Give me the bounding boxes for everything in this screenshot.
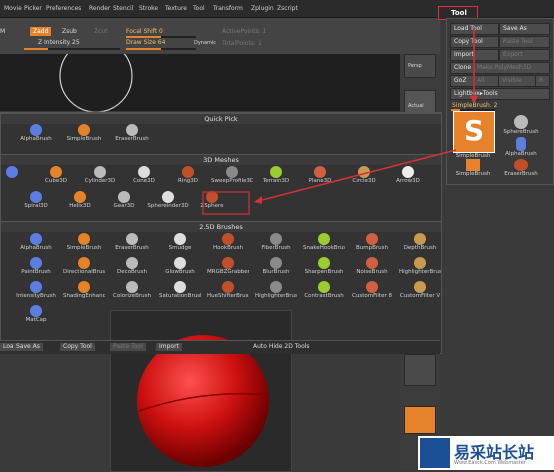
watermark: 易采站长站 Www.Easck.Com Webmaster bbox=[418, 436, 554, 470]
watermark-logo-icon bbox=[420, 438, 450, 468]
watermark-sub: Www.Easck.Com Webmaster bbox=[454, 460, 526, 466]
annotation-arrows bbox=[202, 28, 478, 215]
